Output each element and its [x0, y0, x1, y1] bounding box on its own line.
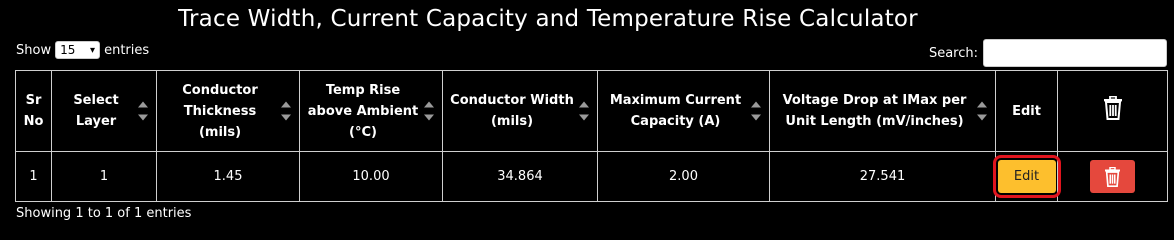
- column-header-delete: [1057, 70, 1168, 152]
- cell-current: 2.00: [597, 151, 770, 202]
- sort-icon: [977, 101, 987, 121]
- cell-thickness: 1.45: [156, 151, 300, 202]
- cell-edit: Edit: [992, 151, 1061, 202]
- table-info: Showing 1 to 1 of 1 entries: [16, 206, 192, 221]
- sort-icon: [424, 101, 434, 121]
- length-label-entries: entries: [104, 42, 150, 58]
- column-header-conductor-width[interactable]: Conductor Width (mils): [442, 70, 598, 152]
- cell-voltage-drop: 27.541: [769, 151, 996, 202]
- search-control: Search:: [929, 39, 1167, 67]
- column-header-voltage-drop[interactable]: Voltage Drop at IMax per Unit Length (mV…: [769, 70, 996, 152]
- table-row: 1 1 1.45 10.00 34.864 2.00 27.541 Edit: [15, 151, 1168, 202]
- column-header-edit: Edit: [995, 70, 1058, 152]
- trash-icon: [1103, 95, 1122, 120]
- edit-button[interactable]: Edit: [992, 155, 1061, 198]
- column-header-max-current[interactable]: Maximum Current Capacity (A): [597, 70, 770, 152]
- search-label: Search:: [928, 45, 978, 61]
- column-header-select-layer[interactable]: Select Layer: [51, 70, 157, 152]
- cell-delete: [1057, 151, 1168, 202]
- trash-icon: [1105, 167, 1120, 187]
- sort-icon: [138, 101, 148, 121]
- delete-button[interactable]: [1090, 160, 1135, 193]
- length-control: Show 15 ▾ entries: [16, 41, 149, 59]
- table-header-row: Sr No Select Layer Conductor Thickness (…: [15, 70, 1168, 152]
- column-header-conductor-thickness[interactable]: Conductor Thickness (mils): [156, 70, 300, 152]
- cell-temp-rise: 10.00: [299, 151, 443, 202]
- sort-icon: [579, 101, 589, 121]
- results-table: Sr No Select Layer Conductor Thickness (…: [15, 70, 1168, 202]
- length-label-show: Show: [16, 42, 52, 58]
- length-select[interactable]: 15 ▾: [55, 41, 101, 59]
- sort-icon: [751, 101, 761, 121]
- page-title: Trace Width, Current Capacity and Temper…: [178, 6, 918, 32]
- sort-icon: [281, 101, 291, 121]
- column-header-sr-no[interactable]: Sr No: [15, 70, 52, 152]
- cell-width: 34.864: [442, 151, 598, 202]
- cell-layer: 1: [51, 151, 157, 202]
- cell-sr-no: 1: [15, 151, 52, 202]
- length-select-value: 15: [60, 43, 76, 57]
- column-header-temp-rise[interactable]: Temp Rise above Ambient (°C): [299, 70, 443, 152]
- search-input[interactable]: [983, 39, 1167, 67]
- chevron-down-icon: ▾: [90, 44, 96, 56]
